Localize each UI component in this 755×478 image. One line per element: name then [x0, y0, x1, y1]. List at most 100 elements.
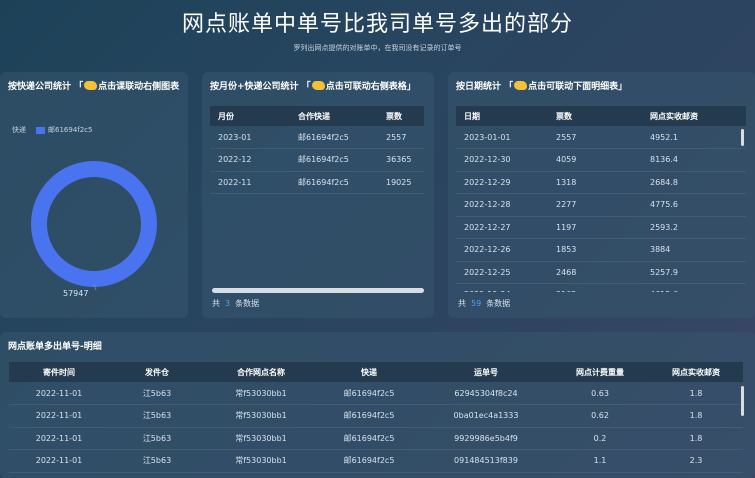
table-cell: 4952.1 [642, 126, 746, 149]
table-cell: 091484513f839 [421, 449, 551, 473]
footer-prefix: 共 [212, 299, 220, 308]
table-cell: 2022-12-24 [456, 283, 548, 292]
table-cell: 9929986e5b4f9 [421, 427, 551, 450]
pointing-hand-icon [311, 81, 325, 90]
table-cell: 2684.8 [642, 171, 746, 194]
table-cell: 2022-12-29 [456, 171, 548, 194]
month-table-footer: 共 3 条数据 [212, 298, 259, 309]
table-header-row: 日期 票数 网点实收邮资 [456, 106, 746, 126]
table-row[interactable]: 2022-12-29 1318 2684.8 [456, 171, 746, 194]
table-row[interactable]: 2022-11-01 江5b63 常f53030bb1 邮61694f2c5 62945… [9, 382, 743, 405]
table-cell: 1318 [548, 171, 642, 194]
table-row[interactable]: 2022-12-28 2277 4775.6 [456, 193, 746, 217]
table-cell: 0.63 [551, 382, 649, 405]
table-cell: 36365 [378, 148, 424, 172]
table-cell: 江5b63 [109, 382, 205, 405]
table-row[interactable]: 2022-11-01 江5b63 常f53030bb1 邮61694f2c5 99299… [9, 427, 743, 450]
table-cell: 2022-11-01 [9, 404, 109, 428]
detail-panel-title: 网点账单多出单号-明细 [8, 342, 102, 352]
date-table-viewport[interactable]: 日期 票数 网点实收邮资 2023-01-01 2557 4952.1 2022-12… [456, 106, 746, 292]
table-cell: 2277 [548, 193, 642, 217]
table-row[interactable]: 2022-12 邮61694f2c5 36365 [210, 148, 424, 172]
table-cell: 邮61694f2c5 [317, 404, 421, 428]
column-header[interactable]: 合作快递 [290, 106, 378, 126]
date-table: 日期 票数 网点实收邮资 2023-01-01 2557 4952.1 2022-12… [456, 106, 746, 292]
table-cell: 邮61694f2c5 [317, 427, 421, 450]
table-row[interactable]: 2023-01 邮61694f2c5 2557 [210, 126, 424, 149]
donut-data-label: 57947 [63, 289, 89, 298]
table-cell: 1.8 [649, 382, 743, 405]
detail-table: 寄件时间 发件仓 合作网点名称 快递 运单号 网点计费重量 网点实收邮资 202… [9, 362, 743, 473]
table-cell: 常f53030bb1 [205, 427, 317, 450]
table-cell: 2557 [378, 126, 424, 149]
column-header[interactable]: 票数 [378, 106, 424, 126]
table-cell: 2022-12-27 [456, 216, 548, 239]
table-cell: 2022-12-26 [456, 238, 548, 262]
row-count: 3 [225, 299, 231, 308]
date-panel-title-suffix: 点击可联动下面明细表」 [528, 82, 628, 92]
table-cell: 邮61694f2c5 [317, 382, 421, 405]
month-table: 月份 合作快递 票数 2023-01 邮61694f2c5 2557 2022-12 邮… [210, 106, 424, 194]
table-cell: 1.1 [551, 449, 649, 473]
table-cell: 常f53030bb1 [205, 382, 317, 405]
vertical-scrollbar[interactable] [741, 386, 744, 416]
table-cell: 3884 [642, 238, 746, 262]
table-row[interactable]: 2022-11-01 江5b63 常f53030bb1 邮61694f2c5 0ba01… [9, 404, 743, 428]
table-cell: 4615.6 [642, 283, 746, 292]
date-table-footer: 共 59 条数据 [458, 298, 510, 309]
table-cell: 4775.6 [642, 193, 746, 217]
table-row[interactable]: 2022-12-26 1853 3884 [456, 238, 746, 262]
page-subtitle: 罗列出网点提供的对账单中，在我司没有记录的订单号 [293, 44, 462, 52]
pointing-hand-icon [514, 81, 528, 90]
table-cell: 江5b63 [109, 427, 205, 450]
table-cell: 2022-12-28 [456, 193, 548, 217]
table-cell: 2022-11-01 [9, 427, 109, 450]
table-cell: 江5b63 [109, 449, 205, 473]
table-row[interactable]: 2022-12-27 1197 2593.2 [456, 216, 746, 239]
row-count: 59 [471, 299, 482, 308]
table-cell: 0.62 [551, 404, 649, 428]
column-header[interactable]: 网点计费重量 [551, 362, 649, 382]
month-stats-panel: 按月份+快递公司统计 「 点击可联动右侧表格」 月份 合作快递 票数 2023-0… [202, 72, 434, 318]
table-cell: 1.8 [649, 427, 743, 450]
table-row[interactable]: 2022-12-30 4059 8136.4 [456, 148, 746, 172]
column-header[interactable]: 快递 [317, 362, 421, 382]
footer-suffix: 条数据 [486, 299, 511, 308]
horizontal-scrollbar[interactable] [212, 288, 424, 293]
table-cell: 8136.4 [642, 148, 746, 172]
column-header[interactable]: 寄件时间 [9, 362, 109, 382]
table-cell: 江5b63 [109, 404, 205, 428]
table-row[interactable]: 2022-12-25 2468 5257.9 [456, 261, 746, 284]
column-header[interactable]: 合作网点名称 [205, 362, 317, 382]
page-title: 网点账单中单号比我司单号多出的部分 [181, 12, 573, 37]
column-header[interactable]: 运单号 [421, 362, 551, 382]
table-cell: 邮61694f2c5 [290, 126, 378, 149]
vertical-scrollbar[interactable] [741, 129, 744, 146]
table-cell: 常f53030bb1 [205, 449, 317, 473]
column-header[interactable]: 网点实收邮资 [649, 362, 743, 382]
date-panel-title-prefix: 按日期统计 「 [456, 82, 514, 92]
table-cell: 2.3 [649, 449, 743, 473]
donut-slice[interactable] [31, 161, 157, 287]
month-panel-title-suffix: 点击可联动右侧表格」 [325, 82, 416, 92]
column-header[interactable]: 票数 [548, 106, 642, 126]
table-cell: 邮61694f2c5 [290, 148, 378, 172]
table-row[interactable]: 2023-01-01 2557 4952.1 [456, 126, 746, 149]
table-row[interactable]: 2022-12-2421624615.6 [456, 283, 746, 292]
column-header[interactable]: 发件仓 [109, 362, 205, 382]
table-cell: 2468 [548, 261, 642, 284]
table-cell: 0ba01ec4a1333 [421, 404, 551, 428]
table-cell: 2022-11-01 [9, 449, 109, 473]
table-cell: 19025 [378, 171, 424, 194]
column-header[interactable]: 日期 [456, 106, 548, 126]
table-row[interactable]: 2022-11 邮61694f2c5 19025 [210, 171, 424, 194]
table-cell: 2557 [548, 126, 642, 149]
table-header-row: 月份 合作快递 票数 [210, 106, 424, 126]
table-cell: 0.2 [551, 427, 649, 450]
column-header[interactable]: 网点实收邮资 [642, 106, 746, 126]
column-header[interactable]: 月份 [210, 106, 290, 126]
table-cell: 2022-12 [210, 148, 290, 172]
table-header-row: 寄件时间 发件仓 合作网点名称 快递 运单号 网点计费重量 网点实收邮资 [9, 362, 743, 382]
table-cell: 2022-11-01 [9, 382, 109, 405]
table-row[interactable]: 2022-11-01 江5b63 常f53030bb1 邮61694f2c5 09148… [9, 449, 743, 473]
